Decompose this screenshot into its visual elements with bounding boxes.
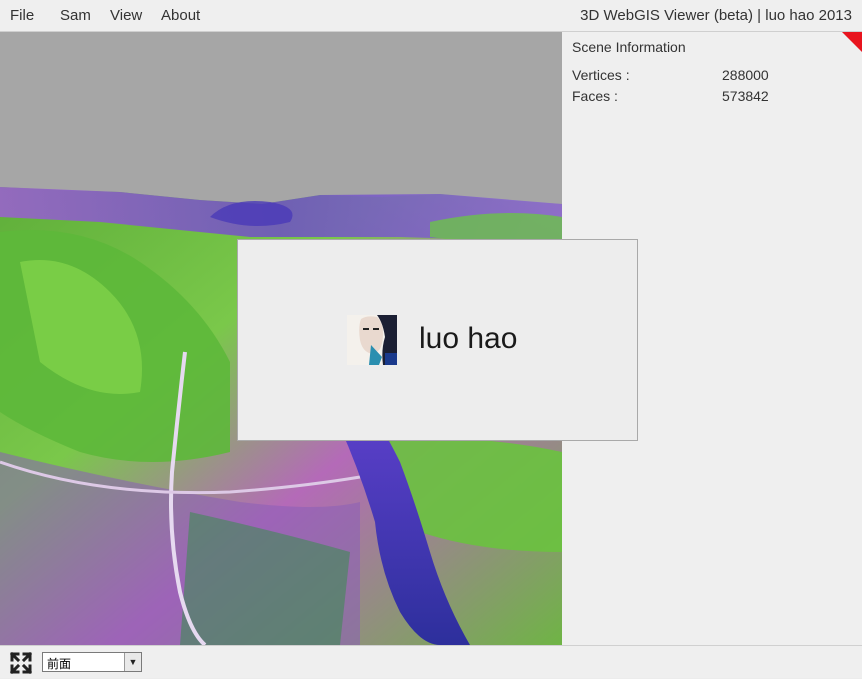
vertices-label: Vertices : (572, 67, 630, 83)
view-select[interactable]: 前面 ▼ (42, 652, 142, 672)
author-name: luo hao (419, 322, 518, 355)
faces-value: 573842 (722, 88, 769, 104)
panel-title: Scene Information (572, 39, 686, 55)
fullscreen-icon[interactable] (9, 651, 33, 675)
about-popup[interactable]: luo hao (237, 239, 638, 441)
vertices-value: 288000 (722, 67, 769, 83)
view-select-value: 前面 (47, 657, 72, 671)
menu-about[interactable]: About (161, 7, 200, 24)
menu-bar: File Sam View About 3D WebGIS Viewer (be… (0, 0, 862, 32)
chevron-down-icon[interactable]: ▼ (124, 653, 141, 671)
status-bar: 前面 ▼ (0, 645, 862, 678)
avatar (347, 315, 397, 365)
faces-label: Faces : (572, 88, 618, 104)
panel-toggle-corner[interactable] (842, 32, 862, 52)
menu-sam[interactable]: Sam (60, 7, 91, 24)
menu-view[interactable]: View (110, 7, 142, 24)
app-title: 3D WebGIS Viewer (beta) | luo hao 2013 (580, 7, 852, 24)
menu-file[interactable]: File (10, 7, 34, 24)
